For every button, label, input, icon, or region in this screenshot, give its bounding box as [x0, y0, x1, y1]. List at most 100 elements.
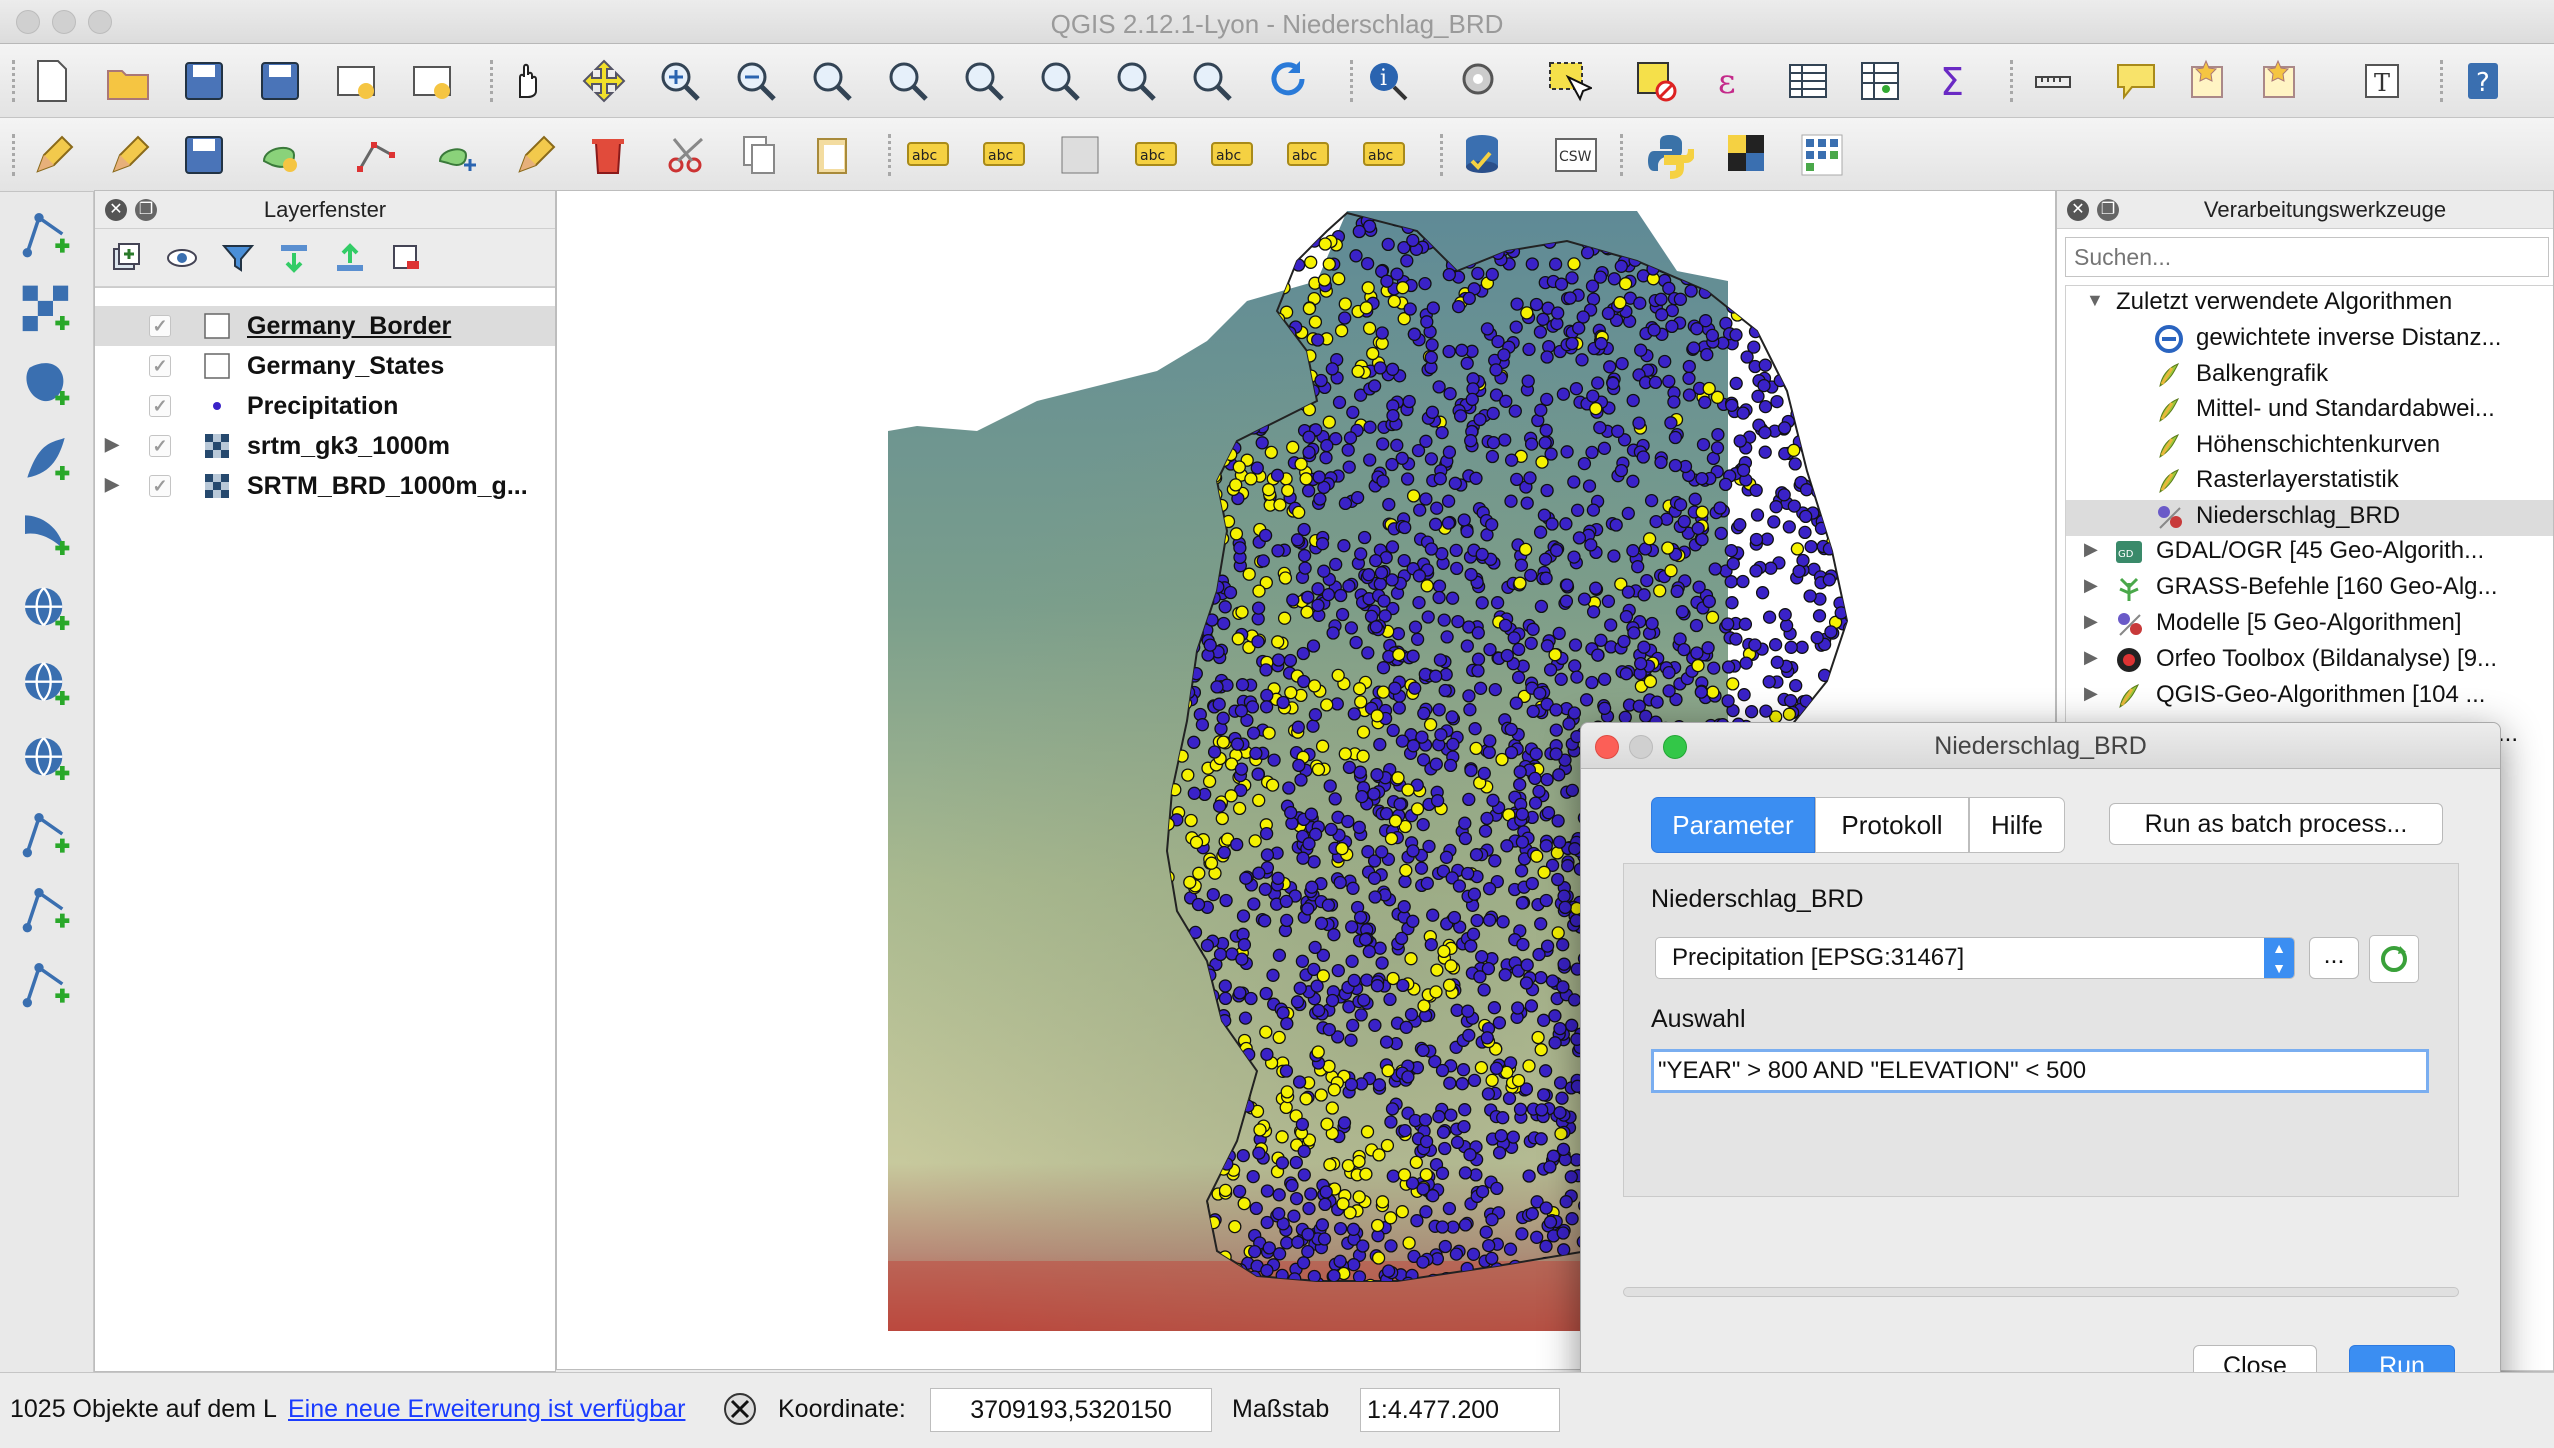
new-bookmark-button[interactable] [2184, 57, 2232, 105]
dialog-zoom-light[interactable] [1663, 735, 1687, 759]
layer-select[interactable]: Precipitation [EPSG:31467] ▲ ▼ [1655, 937, 2295, 979]
db-manager-button[interactable] [1458, 131, 1506, 179]
zoom-next-button[interactable] [1188, 57, 1236, 105]
toolbar-grip[interactable] [490, 60, 494, 102]
layer-row[interactable]: ▶ ✓ SRTM_BRD_1000m_g... [95, 466, 555, 506]
add-wfs-layer-button[interactable] [18, 656, 74, 712]
layer-row[interactable]: ✓ Germany_States [95, 346, 555, 386]
manage-visibility-icon[interactable] [165, 241, 199, 275]
new-project-button[interactable] [28, 57, 76, 105]
toolbar-grip[interactable] [2440, 60, 2444, 102]
remove-layer-icon[interactable] [389, 241, 423, 275]
layer-row[interactable]: ▶ ✓ srtm_gk3_1000m [95, 426, 555, 466]
tab-hilfe[interactable]: Hilfe [1969, 797, 2065, 853]
tree-group-provider[interactable]: ▶ GD GDAL/OGR [45 Geo-Algorith... [2066, 535, 2553, 571]
cut-features-button[interactable] [664, 131, 712, 179]
plugin-update-link[interactable]: Eine neue Erweiterung ist verfügbar [288, 1395, 685, 1424]
node-tool-button[interactable] [352, 131, 400, 179]
layer-visibility-checkbox[interactable]: ✓ [149, 475, 171, 497]
layer-visibility-checkbox[interactable]: ✓ [149, 355, 171, 377]
layer-row[interactable]: ✓ Precipitation [95, 386, 555, 426]
delete-selected-button[interactable] [584, 131, 632, 179]
tree-group-recent[interactable]: ▼ Zuletzt verwendete Algorithmen [2066, 286, 2553, 322]
save-edits-button[interactable] [180, 131, 228, 179]
filter-legend-icon[interactable] [221, 241, 255, 275]
digitize-button[interactable] [512, 131, 560, 179]
measure-button[interactable] [2032, 57, 2080, 105]
expand-arrow-icon[interactable]: ▶ [105, 434, 119, 455]
new-shapefile-button[interactable] [18, 881, 74, 937]
python-console-button[interactable] [1646, 131, 1696, 179]
toolbar-grip[interactable] [1440, 134, 1444, 176]
attribute-table-button[interactable] [1784, 57, 1832, 105]
toolbar-grip[interactable] [2010, 60, 2014, 102]
expand-arrow-icon[interactable]: ▶ [2084, 539, 2098, 560]
tree-group-provider[interactable]: ▶ Orfeo Toolbox (Bildanalyse) [9... [2066, 643, 2553, 679]
toolbar-grip[interactable] [12, 134, 16, 176]
run-as-batch-button[interactable]: Run as batch process... [2109, 803, 2443, 845]
layer-visibility-checkbox[interactable]: ✓ [149, 435, 171, 457]
tree-item-recent[interactable]: Mittel- und Standardabwei... [2066, 393, 2553, 429]
add-raster-layer-button[interactable] [18, 281, 74, 337]
select-features-button[interactable] [1544, 57, 1594, 105]
tree-group-provider[interactable]: ▶ Modelle [5 Geo-Algorithmen] [2066, 607, 2553, 643]
copy-features-button[interactable] [736, 131, 784, 179]
help-button[interactable]: ? [2460, 57, 2508, 105]
toolbar-grip[interactable] [12, 60, 16, 102]
dialog-minimize-light[interactable] [1629, 735, 1653, 759]
expand-arrow-icon[interactable]: ▶ [2084, 647, 2098, 668]
zoom-to-layer-button[interactable] [1036, 57, 1084, 105]
expand-arrow-icon[interactable]: ▶ [2084, 683, 2098, 704]
add-feature-button[interactable] [256, 131, 304, 179]
float-panel-icon[interactable]: ❐ [2097, 199, 2119, 221]
close-icon[interactable]: ✕ [105, 199, 127, 221]
zoom-last-button[interactable] [1112, 57, 1160, 105]
tree-item-recent[interactable]: Höhenschichtenkurven [2066, 429, 2553, 465]
save-project-button[interactable] [180, 57, 228, 105]
new-print-composer-button[interactable] [332, 57, 380, 105]
text-annotation-button[interactable]: T [2360, 57, 2408, 105]
add-mssql-layer-button[interactable] [18, 506, 74, 562]
show-bookmarks-button[interactable] [2256, 57, 2304, 105]
change-label-button[interactable]: abc [1360, 131, 1408, 179]
deselect-button[interactable] [1632, 57, 1680, 105]
tree-item-recent[interactable]: Rasterlayerstatistik [2066, 464, 2553, 500]
tab-protokoll[interactable]: Protokoll [1815, 797, 1969, 853]
pin-labels-button[interactable]: abc [980, 131, 1028, 179]
tab-parameter[interactable]: Parameter [1651, 797, 1815, 853]
identify-button[interactable]: i [1364, 57, 1412, 105]
current-edits-button[interactable] [30, 131, 78, 179]
layer-row[interactable]: ✓ Germany_Border [95, 306, 555, 346]
add-delimited-text-button[interactable] [18, 806, 74, 862]
netcdf-button[interactable] [1798, 131, 1846, 179]
add-spatialite-layer-button[interactable] [18, 431, 74, 487]
save-as-button[interactable] [256, 57, 304, 105]
toggle-editing-button[interactable] [106, 131, 154, 179]
add-virtual-layer-button[interactable] [18, 956, 74, 1012]
statistics-button[interactable]: Σ [1932, 57, 1980, 105]
browse-button[interactable]: ... [2309, 937, 2359, 979]
tree-group-provider[interactable]: ▶ GRASS-Befehle [160 Geo-Alg... [2066, 571, 2553, 607]
add-postgis-layer-button[interactable] [18, 356, 74, 412]
pan-to-selection-button[interactable] [580, 57, 628, 105]
pan-button[interactable] [504, 57, 552, 105]
move-label-button[interactable]: abc [1208, 131, 1256, 179]
tree-group-provider[interactable]: ▶ QGIS-Geo-Algorithmen [104 ... [2066, 679, 2553, 715]
field-calculator-button[interactable] [1856, 57, 1904, 105]
open-project-button[interactable] [104, 57, 152, 105]
scale-field[interactable]: 1:4.477.200 [1360, 1388, 1560, 1432]
float-panel-icon[interactable]: ❐ [135, 199, 157, 221]
composer-manager-button[interactable] [408, 57, 456, 105]
tree-item-recent[interactable]: Niederschlag_BRD [2066, 499, 2553, 536]
refresh-button[interactable] [1264, 57, 1312, 105]
toolbar-grip[interactable] [888, 134, 892, 176]
grid-plugin-button[interactable] [1724, 131, 1772, 179]
layer-visibility-checkbox[interactable]: ✓ [149, 315, 171, 337]
collapse-all-icon[interactable] [333, 241, 367, 275]
zoom-to-selection-button[interactable] [960, 57, 1008, 105]
label-tool-button[interactable]: abc [904, 131, 952, 179]
add-wcs-layer-button[interactable] [18, 731, 74, 787]
close-icon[interactable]: ✕ [2067, 199, 2089, 221]
expand-all-icon[interactable] [277, 241, 311, 275]
move-feature-button[interactable] [434, 131, 482, 179]
